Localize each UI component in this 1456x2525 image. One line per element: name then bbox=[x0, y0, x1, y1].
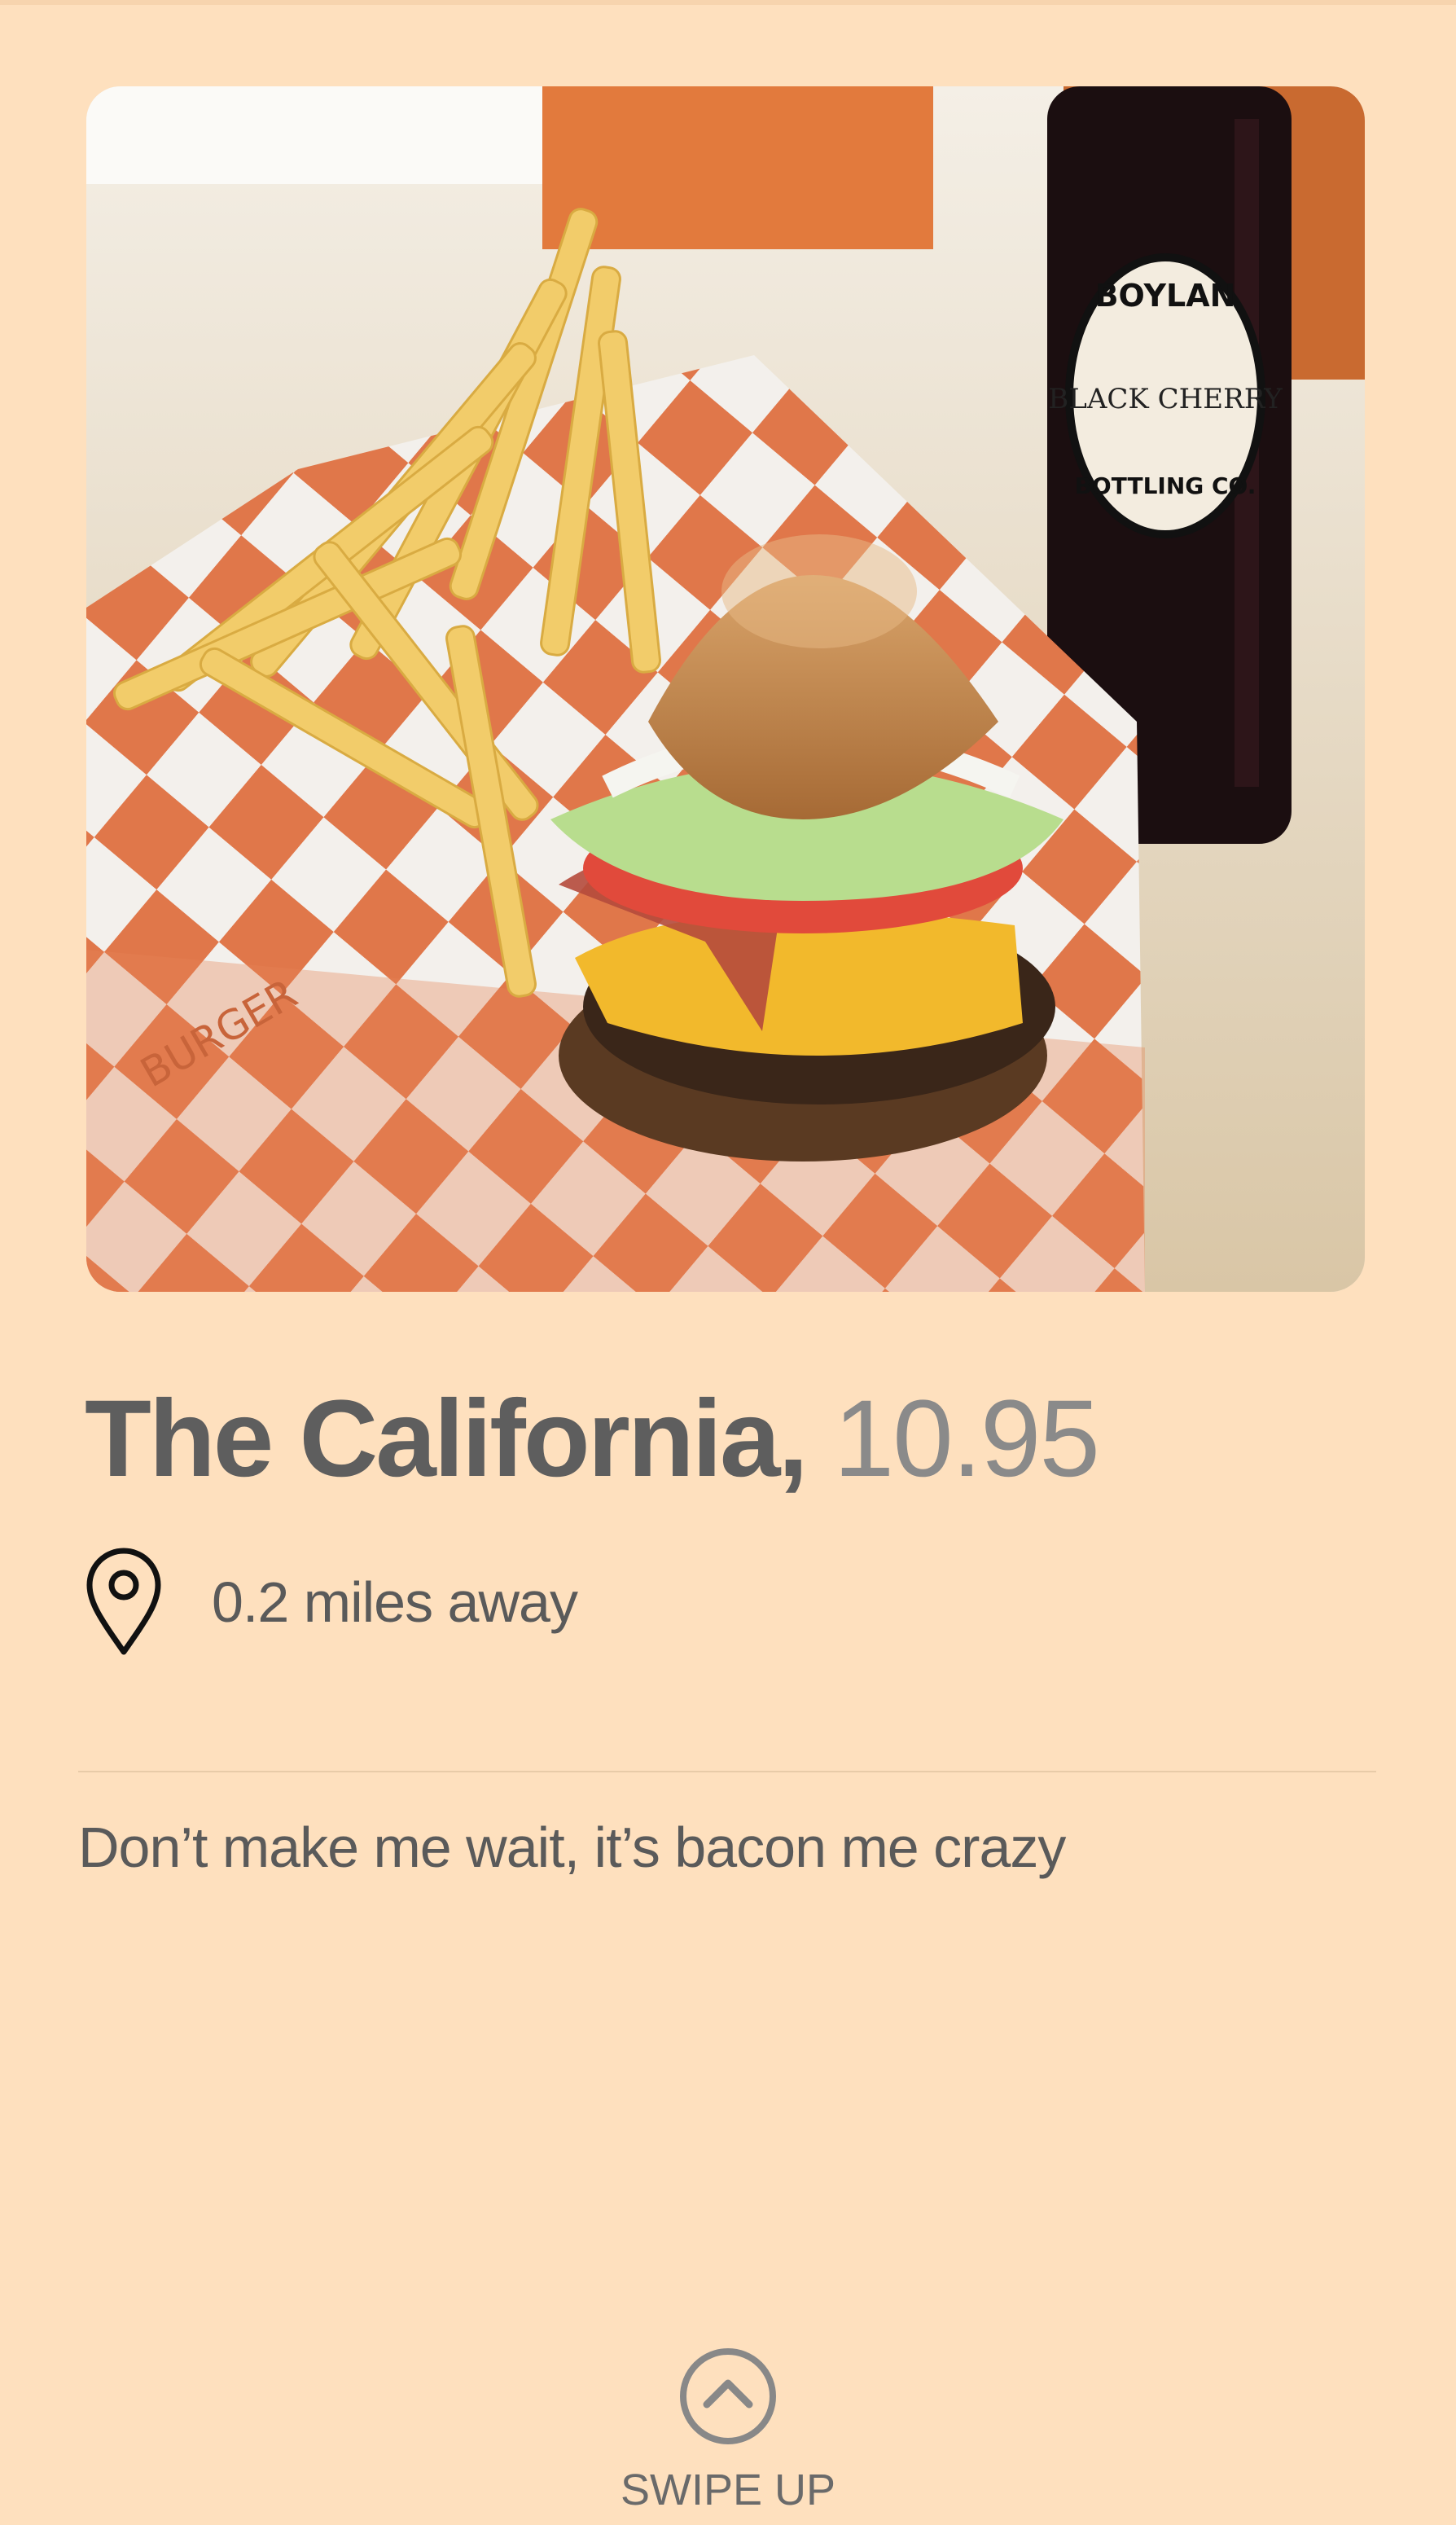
distance-text: 0.2 miles away bbox=[212, 1570, 578, 1634]
map-pin-icon bbox=[86, 1548, 161, 1655]
bottle-label-top: BOYLAN bbox=[1095, 278, 1236, 314]
bottle-label-mid: BLACK CHERRY bbox=[1048, 383, 1283, 415]
swipe-up-label: SWIPE UP bbox=[620, 2466, 836, 2514]
swipe-up-control[interactable]: SWIPE UP bbox=[0, 2346, 1456, 2515]
item-description: Don’t make me wait, it’s bacon me crazy bbox=[78, 1816, 1066, 1879]
item-name: The California, bbox=[85, 1378, 809, 1500]
bottle-label-bottom: BOTTLING CO. bbox=[1075, 472, 1256, 499]
chevron-up-circle-icon[interactable] bbox=[678, 2346, 778, 2447]
item-price: 10.95 bbox=[833, 1378, 1100, 1500]
distance-row: 0.2 miles away bbox=[85, 1548, 578, 1657]
food-photo: BOYLAN BLACK CHERRY BOTTLING CO. BURGER bbox=[86, 86, 1365, 1292]
item-heading: The California, 10.95 bbox=[85, 1377, 1100, 1501]
status-bar-remnant bbox=[0, 0, 1456, 5]
divider bbox=[78, 1771, 1376, 1772]
